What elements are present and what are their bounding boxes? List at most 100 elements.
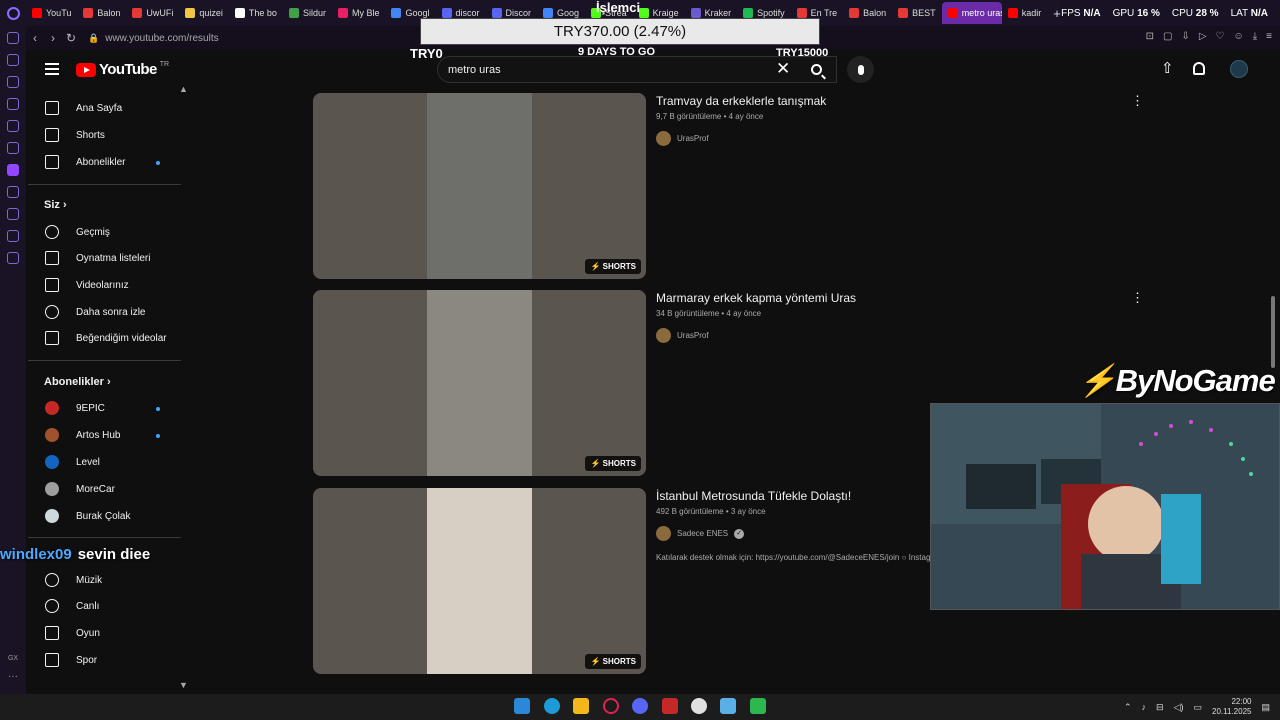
more-icon[interactable]: ··· xyxy=(8,671,18,682)
snapshot-icon[interactable]: ▢ xyxy=(1163,31,1172,42)
gx-icon[interactable]: GX xyxy=(8,655,18,662)
clear-search-icon[interactable]: ✕ xyxy=(776,59,790,79)
browser-tab[interactable]: quizei xyxy=(179,2,229,24)
sidebar-item-your-videos[interactable]: Videolarınız xyxy=(28,272,183,298)
subscriptions-section-header[interactable]: Abonelikler › xyxy=(44,376,111,388)
reload-icon[interactable]: ↻ xyxy=(62,31,80,45)
crypto-icon[interactable] xyxy=(7,76,19,88)
sidebar-item-channel[interactable]: Level xyxy=(28,449,183,475)
back-icon[interactable]: ‹ xyxy=(26,31,44,45)
video-thumbnail[interactable]: ⚡ SHORTS xyxy=(313,290,646,476)
aria-icon[interactable] xyxy=(7,142,19,154)
sidebar-item-watch-later[interactable]: Daha sonra izle xyxy=(28,299,183,325)
sidebar-item-liked-videos[interactable]: Beğendiğim videolar xyxy=(28,325,183,351)
scroll-down-icon[interactable]: ▼ xyxy=(179,680,188,690)
upload-icon[interactable]: ⇧ xyxy=(1161,59,1174,77)
you-section-header[interactable]: Siz › xyxy=(44,199,67,211)
clock-icon[interactable] xyxy=(7,208,19,220)
more-options-icon[interactable]: ⋮ xyxy=(1131,290,1144,306)
video-title[interactable]: İstanbul Metrosunda Tüfekle Dolaştı! xyxy=(656,489,851,503)
sidebar-item-music[interactable]: Müzik xyxy=(28,567,183,593)
player-sidebar-icon[interactable] xyxy=(7,186,19,198)
messenger-app-icon[interactable] xyxy=(720,698,736,714)
volume-icon[interactable]: ◁) xyxy=(1174,702,1184,713)
sidebar-item-gaming[interactable]: Oyun xyxy=(28,620,183,646)
settings-icon[interactable] xyxy=(7,252,19,264)
scroll-up-icon[interactable]: ▲ xyxy=(179,84,188,94)
twitch-icon[interactable] xyxy=(7,164,19,176)
page-scrollbar[interactable] xyxy=(1271,296,1275,368)
sidebar-item-subscriptions[interactable]: Abonelikler xyxy=(28,149,183,175)
network-icon[interactable]: ⊟ xyxy=(1156,702,1164,713)
video-title[interactable]: Tramvay da erkeklerle tanışmak xyxy=(656,94,826,108)
tray-chevron-icon[interactable]: ⌃ xyxy=(1124,702,1132,713)
channel-link[interactable]: UrasProf xyxy=(656,131,709,146)
your-videos-icon xyxy=(45,278,59,292)
account-avatar[interactable] xyxy=(1230,60,1248,78)
sidebar-item-channel[interactable]: Burak Çolak xyxy=(28,503,183,529)
windows-start-icon[interactable] xyxy=(514,698,530,714)
sidebar-item-sports[interactable]: Spor xyxy=(28,647,183,673)
browser-tab[interactable]: Balon xyxy=(77,2,126,24)
channel-link[interactable]: UrasProf xyxy=(656,328,709,343)
notifications-bell-icon[interactable] xyxy=(1193,62,1205,75)
youtube-logo[interactable]: YouTube TR xyxy=(76,61,169,78)
player-icon[interactable]: ▷ xyxy=(1199,31,1207,42)
tabs-icon[interactable] xyxy=(7,98,19,110)
sidebar-item-channel[interactable]: MoreCar xyxy=(28,476,183,502)
channel-name: UrasProf xyxy=(677,134,709,143)
sidebar-item-shorts[interactable]: Shorts xyxy=(28,122,183,148)
guide-menu-icon[interactable] xyxy=(45,63,59,75)
url-field[interactable]: www.youtube.com/results xyxy=(105,33,218,44)
notifications-icon[interactable]: ▤ xyxy=(1261,702,1270,713)
pin-icon[interactable]: ⊡ xyxy=(1146,31,1154,42)
browser-tab[interactable]: YouTu xyxy=(26,2,77,24)
browser-tab[interactable]: Balon xyxy=(843,2,892,24)
opera-gx-icon[interactable] xyxy=(603,698,619,714)
browser-tab[interactable]: UwUFi xyxy=(126,2,179,24)
extensions-icon[interactable] xyxy=(7,230,19,242)
channel-avatar xyxy=(45,455,59,469)
sidebar-item-playlists[interactable]: Oynatma listeleri xyxy=(28,245,183,271)
heart-icon[interactable]: ♡ xyxy=(1216,31,1225,42)
video-thumbnail[interactable]: ⚡ SHORTS xyxy=(313,488,646,674)
messenger-icon[interactable] xyxy=(7,120,19,132)
discord-icon[interactable] xyxy=(632,698,648,714)
sidebar-item-history[interactable]: Geçmiş xyxy=(28,219,183,245)
search-input[interactable] xyxy=(448,62,768,78)
kick-icon[interactable] xyxy=(750,698,766,714)
download-icon[interactable]: ⇩ xyxy=(1181,31,1189,42)
profile-icon[interactable]: ☺ xyxy=(1234,31,1244,42)
browser-tab[interactable]: kadir xyxy=(1002,2,1048,24)
music-icon[interactable] xyxy=(691,698,707,714)
video-thumbnail[interactable]: ⚡ SHORTS xyxy=(313,93,646,279)
browser-tab[interactable]: BEST xyxy=(892,2,942,24)
video-result[interactable]: ⚡ SHORTS Tramvay da erkeklerle tanışmak 9,… xyxy=(313,93,1173,279)
flow-icon[interactable] xyxy=(7,54,19,66)
video-title[interactable]: Marmaray erkek kapma yöntemi Uras xyxy=(656,291,856,305)
sidebar-item-home[interactable]: Ana Sayfa xyxy=(28,95,183,121)
search-button[interactable] xyxy=(800,58,832,80)
browser-tab[interactable]: metro uras xyxy=(941,2,1002,24)
browser-tab[interactable]: The bo xyxy=(229,2,283,24)
forward-icon[interactable]: › xyxy=(44,31,62,45)
bynogame-logo: ⚡ByNoGame xyxy=(1078,363,1276,398)
battery-icon[interactable]: ▭ xyxy=(1194,702,1203,713)
app-icon[interactable] xyxy=(662,698,678,714)
channel-link[interactable]: Sadece ENES ✓ xyxy=(656,526,745,541)
browser-tab[interactable]: Sildur xyxy=(283,2,332,24)
sidebar-item-live[interactable]: Canlı xyxy=(28,593,183,619)
browser-tab[interactable]: My Ble xyxy=(332,2,386,24)
edge-icon[interactable] xyxy=(544,698,560,714)
file-explorer-icon[interactable] xyxy=(573,698,589,714)
history-icon[interactable] xyxy=(7,32,19,44)
downloads-icon[interactable]: ⤓ xyxy=(1253,31,1257,42)
sidebar-item-channel[interactable]: Artos Hub xyxy=(28,422,183,448)
clock[interactable]: 22:00 20.11.2025 xyxy=(1212,697,1251,717)
sidebar-item-channel[interactable]: 9EPIC xyxy=(28,395,183,421)
voice-search-button[interactable] xyxy=(847,56,874,83)
more-options-icon[interactable]: ⋮ xyxy=(1131,93,1144,109)
menu-icon[interactable]: ≡ xyxy=(1266,31,1272,42)
opera-menu-icon[interactable] xyxy=(0,0,26,26)
microphone-icon[interactable]: ♪ xyxy=(1142,702,1147,712)
